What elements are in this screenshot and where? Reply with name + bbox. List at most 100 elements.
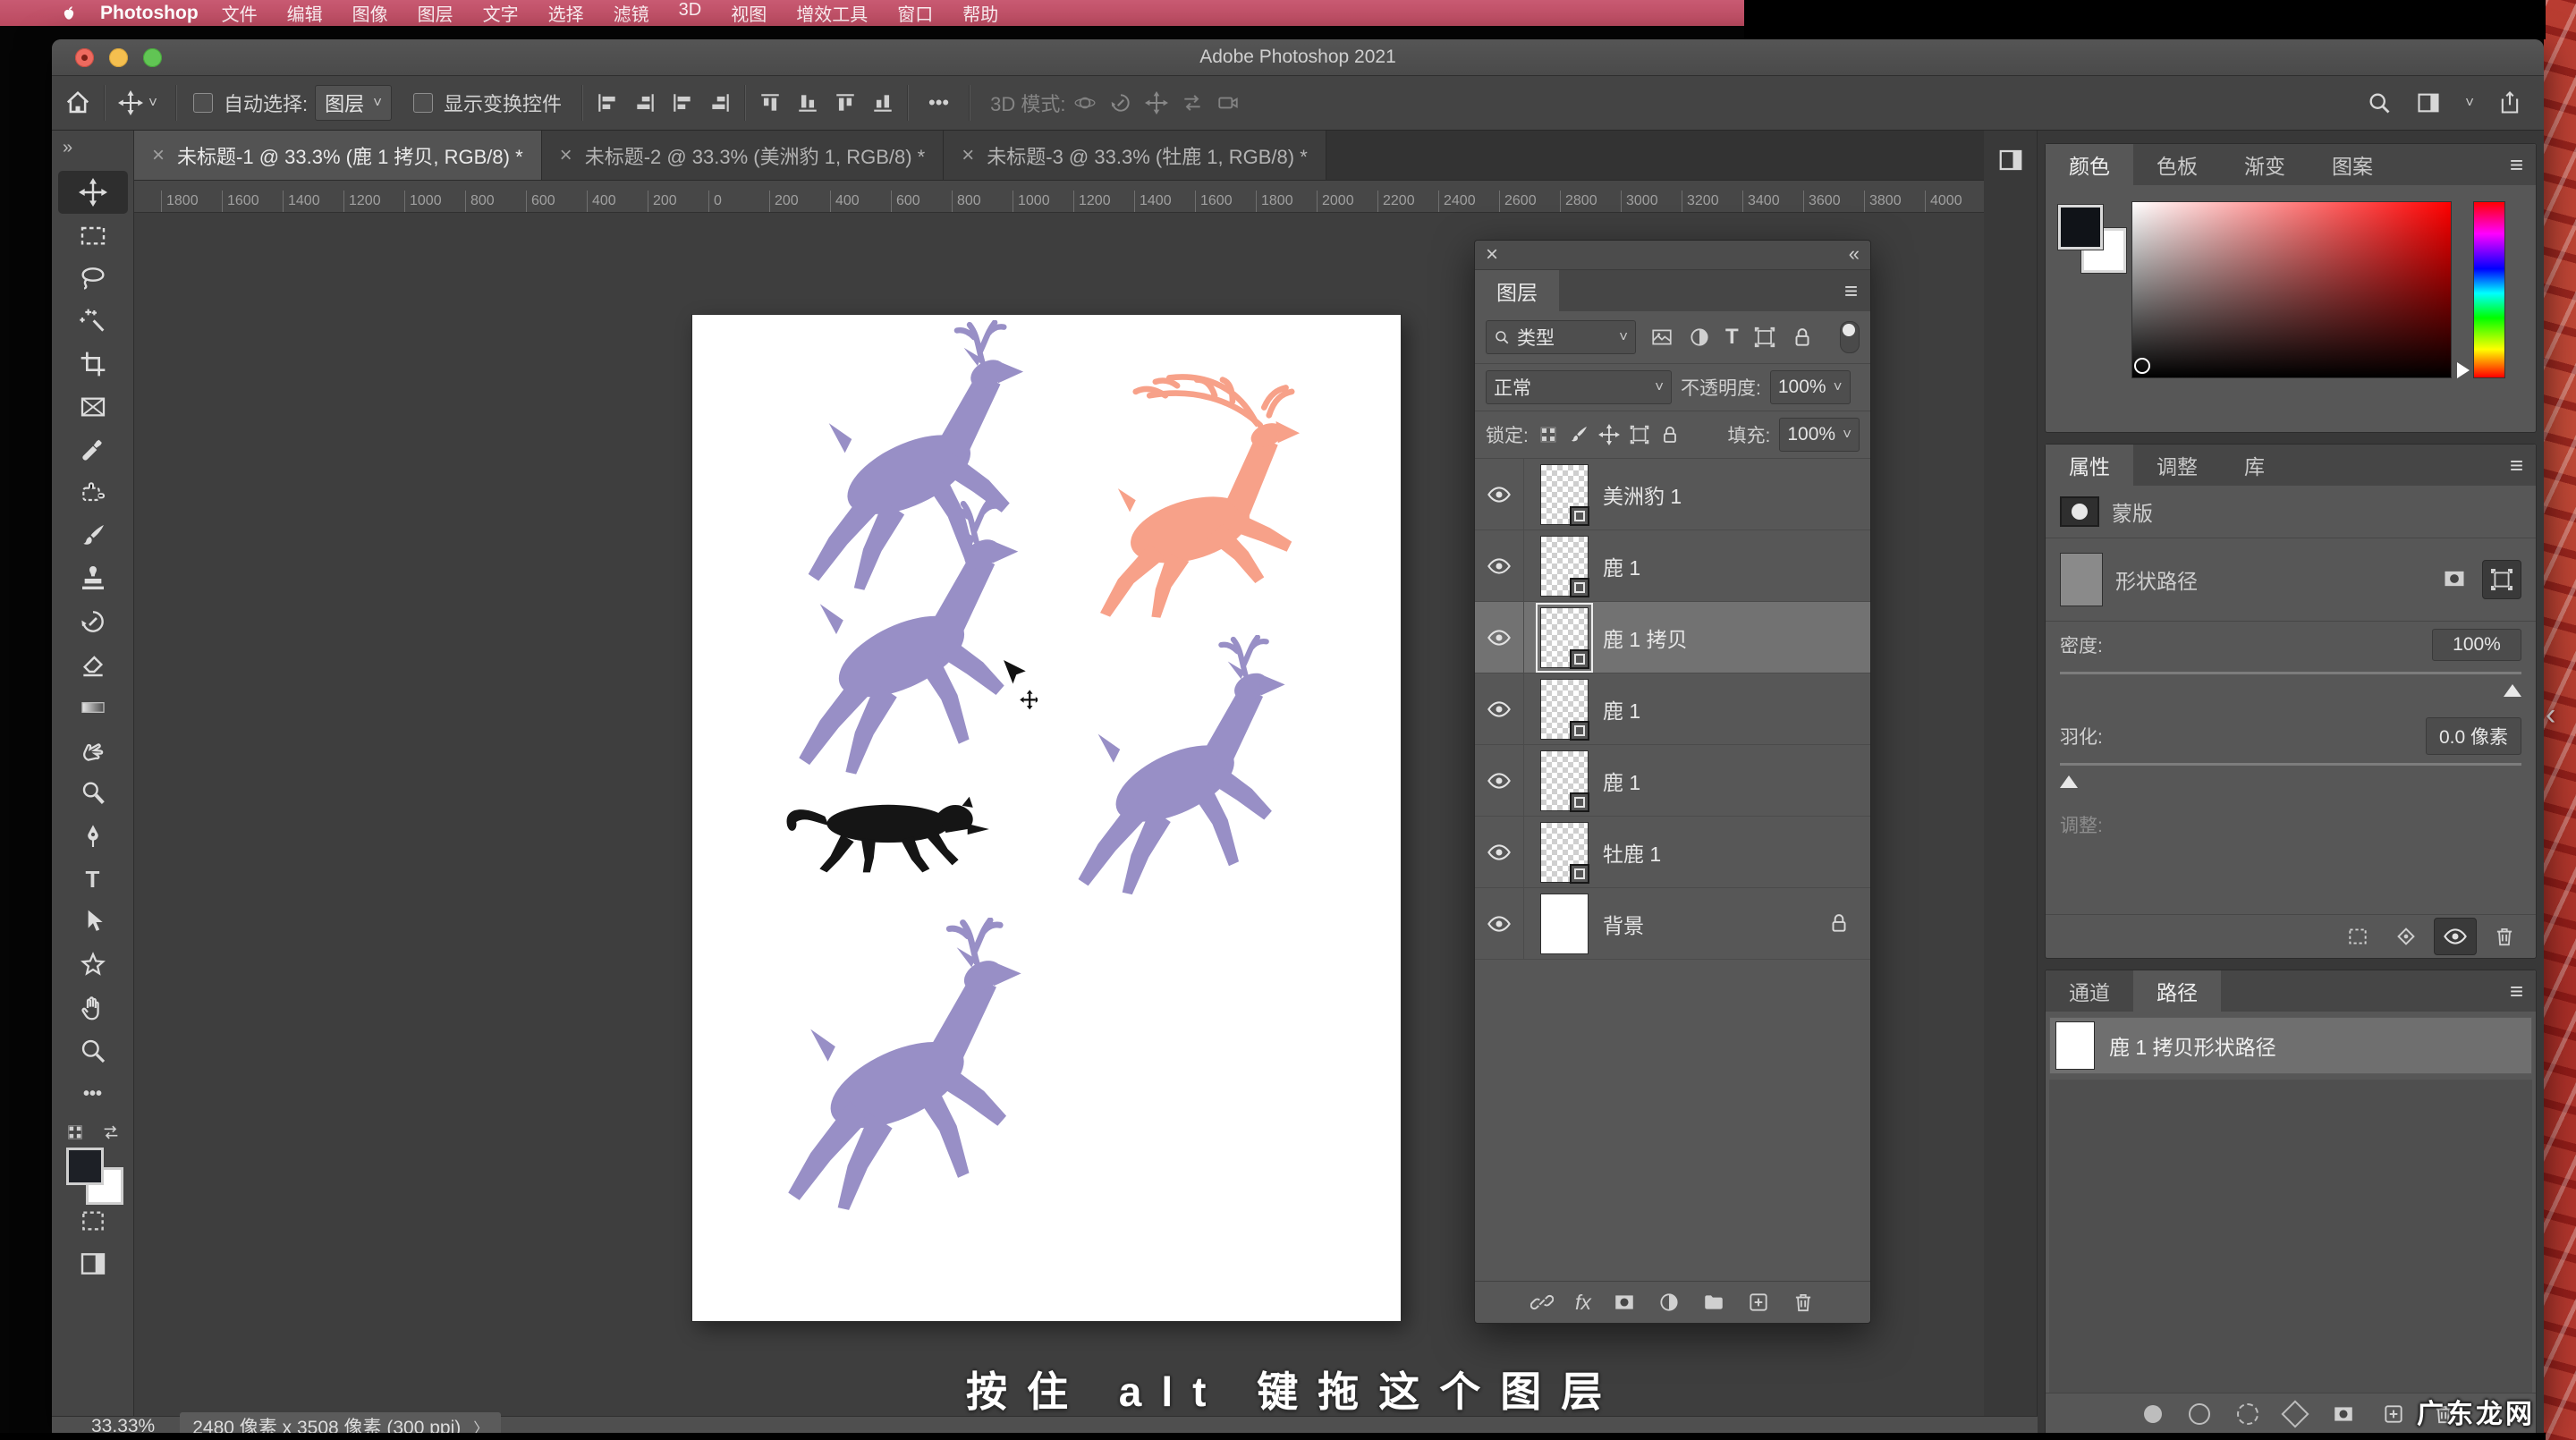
layer-name[interactable]: 鹿 1 拷贝 bbox=[1603, 623, 1688, 653]
chevron-down-icon[interactable]: ˅ bbox=[148, 94, 157, 112]
history-brush-tool[interactable] bbox=[58, 600, 128, 643]
density-slider-thumb[interactable] bbox=[2504, 675, 2521, 697]
panel-menu-icon[interactable]: ≡ bbox=[1844, 277, 1858, 305]
layer-row[interactable]: 鹿 1 bbox=[1475, 673, 1870, 745]
layer-visibility-toggle[interactable] bbox=[1475, 602, 1524, 673]
eyedropper-tool[interactable] bbox=[58, 428, 128, 471]
panel-menu-icon[interactable]: ≡ bbox=[2510, 452, 2523, 479]
menu-item[interactable]: 选择 bbox=[548, 0, 584, 26]
foreground-background-swatches[interactable] bbox=[64, 1148, 122, 1199]
layer-name[interactable]: 鹿 1 bbox=[1603, 551, 1640, 581]
workspace-switcher-icon[interactable] bbox=[2415, 90, 2442, 115]
layer-visibility-toggle[interactable] bbox=[1475, 673, 1524, 744]
menu-item[interactable]: 文字 bbox=[483, 0, 519, 26]
move-tool-icon[interactable] bbox=[118, 90, 143, 115]
align-top-icon[interactable] bbox=[758, 91, 782, 114]
color-panel-tab[interactable]: 颜色 bbox=[2046, 144, 2133, 185]
menu-item[interactable]: 窗口 bbox=[897, 0, 933, 26]
collapse-panel-icon[interactable]: « bbox=[1849, 242, 1860, 266]
layer-visibility-toggle[interactable] bbox=[1475, 459, 1524, 529]
swap-colors-icon[interactable] bbox=[58, 1122, 128, 1142]
layer-name[interactable]: 鹿 1 bbox=[1603, 694, 1640, 724]
properties-panel-tab[interactable]: 属性 bbox=[2046, 445, 2133, 486]
document-tab[interactable]: × 未标题-3 @ 33.3% (牡鹿 1, RGB/8) * bbox=[944, 131, 1326, 180]
move-tool[interactable] bbox=[58, 171, 128, 214]
smudge-tool[interactable] bbox=[58, 729, 128, 772]
align-center-icon[interactable] bbox=[633, 91, 657, 114]
panel-menu-icon[interactable]: ≡ bbox=[2510, 151, 2523, 179]
color-panel-tab[interactable]: 渐变 bbox=[2221, 144, 2309, 185]
healing-brush-tool[interactable] bbox=[58, 471, 128, 514]
marquee-tool[interactable] bbox=[58, 214, 128, 257]
menu-item[interactable]: 帮助 bbox=[962, 0, 998, 26]
layer-visibility-toggle[interactable] bbox=[1475, 888, 1524, 959]
tab-close-icon[interactable]: × bbox=[152, 143, 165, 168]
filter-type-dropdown[interactable]: 类型 ˅ bbox=[1486, 320, 1636, 354]
layer-filtering-toggle[interactable] bbox=[1840, 321, 1860, 353]
hue-slider-marker[interactable] bbox=[2457, 362, 2478, 378]
screen-mode-button[interactable] bbox=[58, 1242, 128, 1285]
align-right-icon[interactable] bbox=[671, 91, 694, 114]
panther-shape-black[interactable] bbox=[778, 776, 1004, 877]
fill-path-icon[interactable] bbox=[2144, 1405, 2162, 1423]
deer-shape-purple-2[interactable] bbox=[769, 499, 1057, 784]
home-icon[interactable] bbox=[64, 89, 91, 116]
document-tab[interactable]: × 未标题-1 @ 33.3% (鹿 1 拷贝, RGB/8) * bbox=[134, 131, 542, 180]
collapsed-panel-icon[interactable] bbox=[1997, 147, 2024, 174]
layer-row[interactable]: 鹿 1 拷贝 bbox=[1475, 602, 1870, 673]
new-group-icon[interactable] bbox=[1702, 1291, 1725, 1314]
dodge-tool[interactable] bbox=[58, 772, 128, 815]
3d-pan-icon[interactable] bbox=[1145, 91, 1168, 114]
frame-tool[interactable] bbox=[58, 385, 128, 428]
menu-item[interactable]: 图像 bbox=[352, 0, 388, 26]
layer-row[interactable]: 背景 bbox=[1475, 888, 1870, 960]
hand-tool[interactable] bbox=[58, 987, 128, 1029]
properties-panel-tab[interactable]: 库 bbox=[2221, 445, 2288, 486]
filter-smart-objects-icon[interactable] bbox=[1791, 326, 1814, 349]
foreground-color-swatch[interactable] bbox=[2058, 205, 2103, 250]
menu-item[interactable]: 文件 bbox=[222, 0, 258, 26]
link-layers-icon[interactable] bbox=[1530, 1291, 1554, 1314]
new-adjustment-layer-icon[interactable] bbox=[1657, 1291, 1681, 1314]
window-title-bar[interactable]: Adobe Photoshop 2021 bbox=[52, 39, 2544, 76]
eraser-tool[interactable] bbox=[58, 643, 128, 686]
layer-thumbnail[interactable] bbox=[1540, 894, 1589, 954]
apple-menu-icon[interactable] bbox=[59, 4, 79, 23]
pen-tool[interactable] bbox=[58, 815, 128, 858]
layer-row[interactable]: 美洲豹 1 bbox=[1475, 459, 1870, 530]
3d-slide-icon[interactable] bbox=[1181, 91, 1204, 114]
clone-stamp-tool[interactable] bbox=[58, 557, 128, 600]
layer-style-icon[interactable]: fx bbox=[1575, 1291, 1591, 1315]
layer-name[interactable]: 牡鹿 1 bbox=[1603, 837, 1661, 868]
path-thumbnail[interactable] bbox=[2055, 1021, 2095, 1070]
color-picker-cursor[interactable] bbox=[2134, 358, 2150, 374]
layer-thumbnail[interactable] bbox=[1540, 750, 1589, 811]
layer-row[interactable]: 鹿 1 bbox=[1475, 745, 1870, 817]
layer-visibility-toggle[interactable] bbox=[1475, 530, 1524, 601]
more-options-icon[interactable]: ••• bbox=[928, 91, 949, 114]
lock-position-icon[interactable] bbox=[1598, 424, 1620, 445]
panel-menu-icon[interactable]: ≡ bbox=[2510, 978, 2523, 1005]
layer-thumbnail[interactable] bbox=[1540, 679, 1589, 740]
blend-mode-dropdown[interactable]: 正常 ˅ bbox=[1486, 370, 1672, 404]
layer-thumbnail[interactable] bbox=[1540, 536, 1589, 597]
fill-field[interactable]: 100% ˅ bbox=[1779, 418, 1860, 452]
chevron-down-icon[interactable]: ˅ bbox=[2465, 94, 2474, 112]
toolbar-collapse-icon[interactable]: » bbox=[63, 138, 72, 158]
menu-item[interactable]: 视图 bbox=[731, 0, 767, 26]
lock-paint-icon[interactable] bbox=[1568, 424, 1589, 445]
delete-mask-icon[interactable] bbox=[2484, 919, 2525, 954]
filter-pixel-layers-icon[interactable] bbox=[1650, 326, 1674, 349]
layer-name[interactable]: 鹿 1 bbox=[1603, 766, 1640, 796]
crop-tool[interactable] bbox=[58, 343, 128, 385]
distribute-v-icon[interactable] bbox=[871, 91, 894, 114]
color-panel-tab[interactable]: 色板 bbox=[2133, 144, 2221, 185]
selection-as-path-icon[interactable] bbox=[2281, 1400, 2309, 1427]
align-middle-icon[interactable] bbox=[796, 91, 819, 114]
magic-wand-tool[interactable] bbox=[58, 300, 128, 343]
lasso-tool[interactable] bbox=[58, 257, 128, 300]
deer-shape-purple-4[interactable] bbox=[784, 918, 1036, 1220]
align-left-icon[interactable] bbox=[596, 91, 619, 114]
enable-mask-icon[interactable] bbox=[2434, 918, 2477, 955]
share-icon[interactable] bbox=[2497, 90, 2522, 115]
